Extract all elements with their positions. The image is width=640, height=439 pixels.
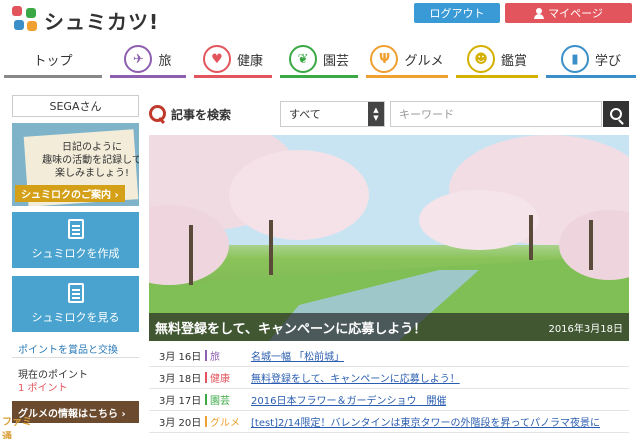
news-title-link[interactable]: 2016日本フラワー＆ガーデンショウ 開催 <box>251 392 446 407</box>
keyword-input[interactable] <box>390 101 602 127</box>
category-select[interactable]: すべて ▲ ▼ <box>280 101 385 127</box>
category-select-value: すべて <box>289 108 321 121</box>
view-label: シュミロクを見る <box>31 311 120 324</box>
nav-item-gourmet[interactable]: Ψ グルメ <box>362 38 452 80</box>
nav-item-travel[interactable]: ✈ 旅 <box>106 38 190 80</box>
nav-item-label: 園芸 <box>322 53 349 69</box>
mypage-button[interactable]: マイページ <box>505 3 632 23</box>
list-item[interactable]: 3月 18日 健康 無料登録をして、キャンペーンに応募しよう！ <box>149 367 629 389</box>
search-button[interactable] <box>603 101 629 127</box>
list-item[interactable]: 3月 20日 グルメ [test]2/14限定！バレンタインは東京タワーの外階段… <box>149 411 629 433</box>
news-date: 3月 16日 <box>159 352 202 363</box>
search-icon <box>610 108 622 120</box>
airplane-icon: ✈ <box>124 45 153 73</box>
create-label: シュミロクを作成 <box>31 247 120 260</box>
news-date: 3月 20日 <box>159 418 202 429</box>
banner-text: 日記のように 趣味の活動を記録して 楽しみましょう! <box>42 142 139 179</box>
hero-banner[interactable]: 無料登録をして、キャンペーンに応募しよう！ 2016年3月18日 <box>149 135 629 341</box>
category-nav: トップ ✈ 旅 ♥ 健康 ❦ 園芸 Ψ グルメ ☻ 鑑賞 ▮ 学び <box>0 38 640 80</box>
logo-mark-icon <box>12 6 40 34</box>
nav-item-appreciation[interactable]: ☻ 鑑賞 <box>452 38 542 80</box>
news-title-link[interactable]: [test]2/14限定！バレンタインは東京タワーの外階段を昇ってパノラマ夜景に <box>251 414 600 429</box>
logo-text: シュミカツ! <box>44 9 160 34</box>
nav-item-label: 旅 <box>158 53 172 69</box>
book-icon: ▮ <box>560 45 589 73</box>
document-person-icon <box>67 283 84 303</box>
news-category: 健康 <box>205 370 251 385</box>
nav-item-top[interactable]: トップ <box>0 38 106 80</box>
points-value: 1 ポイント <box>18 383 68 394</box>
shumiroku-guide-banner[interactable]: 日記のように 趣味の活動を記録して 楽しみましょう! シュミロクのご案内 › <box>12 123 139 206</box>
news-date: 3月 18日 <box>159 374 202 385</box>
news-category: グルメ <box>205 414 251 429</box>
document-edit-icon <box>67 219 84 239</box>
leaf-icon: ❦ <box>288 45 317 73</box>
news-date: 3月 17日 <box>159 396 202 407</box>
nav-item-learning[interactable]: ▮ 学び <box>542 38 640 80</box>
exchange-points-link[interactable]: ポイントを賞品と交換 <box>12 340 139 358</box>
news-category: 旅 <box>205 348 251 363</box>
news-title-link[interactable]: 名城一幅 「松前城」 <box>251 348 344 363</box>
person-icon: ☻ <box>466 45 495 73</box>
logout-button[interactable]: ログアウト <box>414 3 500 23</box>
list-item[interactable]: 3月 16日 旅 名城一幅 「松前城」 <box>149 345 629 367</box>
mypage-label: マイページ <box>548 7 603 20</box>
user-icon <box>534 7 545 19</box>
news-title-link[interactable]: 無料登録をして、キャンペーンに応募しよう！ <box>251 370 460 385</box>
cherry-blossom-photo <box>149 135 629 341</box>
search-heading: 記事を検索 <box>149 103 231 125</box>
hero-title: 無料登録をして、キャンペーンに応募しよう！ <box>155 321 427 337</box>
news-list: 3月 16日 旅 名城一幅 「松前城」 3月 18日 健康 無料登録をして、キャ… <box>149 345 629 433</box>
updown-arrow-icon: ▲ ▼ <box>368 102 384 126</box>
nav-item-label: 健康 <box>236 53 263 69</box>
view-shumiroku-button[interactable]: シュミロクを見る <box>12 276 139 332</box>
search-heading-label: 記事を検索 <box>171 107 232 122</box>
guide-button[interactable]: シュミロクのご案内 › <box>15 185 125 202</box>
nav-item-health[interactable]: ♥ 健康 <box>190 38 276 80</box>
nav-item-label: トップ <box>33 53 73 69</box>
magnifier-icon <box>149 105 167 123</box>
nav-item-label: 学び <box>594 53 621 69</box>
hero-caption: 無料登録をして、キャンペーンに応募しよう！ 2016年3月18日 <box>149 313 629 341</box>
news-category: 園芸 <box>205 392 251 407</box>
heart-hands-icon: ♥ <box>202 45 231 73</box>
list-item[interactable]: 3月 17日 園芸 2016日本フラワー＆ガーデンショウ 開催 <box>149 389 629 411</box>
watermark: ファミ通 <box>2 416 32 439</box>
site-logo[interactable]: シュミカツ! <box>12 4 159 36</box>
points-label: 現在のポイント <box>18 370 88 381</box>
user-name: SEGAさん <box>12 95 139 117</box>
nav-item-label: グルメ <box>404 53 444 69</box>
sidebar: SEGAさん 日記のように 趣味の活動を記録して 楽しみましょう! シュミロクの… <box>12 95 139 423</box>
nav-item-gardening[interactable]: ❦ 園芸 <box>276 38 362 80</box>
nav-item-label: 鑑賞 <box>500 53 527 69</box>
hero-date: 2016年3月18日 <box>548 323 623 335</box>
fork-knife-icon: Ψ <box>370 45 399 73</box>
create-shumiroku-button[interactable]: シュミロクを作成 <box>12 212 139 268</box>
